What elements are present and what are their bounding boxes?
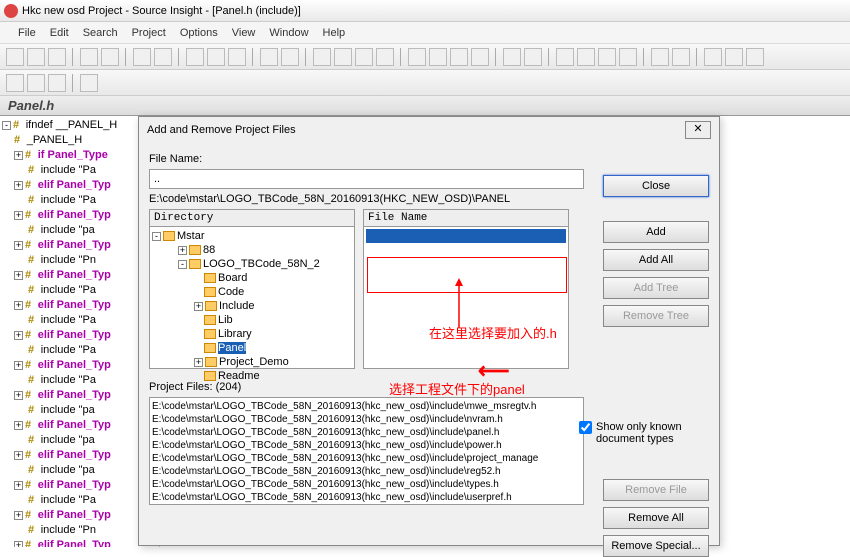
remove-file-button[interactable]: Remove File [603, 479, 709, 501]
symbol-sidebar[interactable]: -# ifndef __PANEL_H # _PANEL_H +# if Pan… [0, 116, 160, 547]
tb-sync-icon[interactable] [408, 48, 426, 66]
directory-header: Directory [150, 210, 354, 227]
tb-down-icon[interactable] [376, 48, 394, 66]
tb-find-icon[interactable] [186, 48, 204, 66]
tb-outdent-icon[interactable] [133, 48, 151, 66]
file-name-input[interactable] [149, 169, 584, 189]
menu-view[interactable]: View [232, 27, 256, 39]
tb-save-icon[interactable] [27, 74, 45, 92]
titlebar: Hkc new osd Project - Source Insight - [… [0, 0, 850, 22]
tb-relations-icon[interactable] [281, 48, 299, 66]
tb-win3-icon[interactable] [598, 48, 616, 66]
tb-print-icon[interactable] [80, 74, 98, 92]
menu-options[interactable]: Options [180, 27, 218, 39]
tb-search-icon[interactable] [429, 48, 447, 66]
tb-copy-icon[interactable] [27, 48, 45, 66]
remove-special-button[interactable]: Remove Special... [603, 535, 709, 557]
tb-cut-icon[interactable] [6, 48, 24, 66]
menu-help[interactable]: Help [323, 27, 346, 39]
tb-options-icon[interactable] [746, 48, 764, 66]
tb-indent-icon[interactable] [154, 48, 172, 66]
remove-tree-button[interactable]: Remove Tree [603, 305, 709, 327]
tb-up-icon[interactable] [355, 48, 373, 66]
tb-goto-icon[interactable] [524, 48, 542, 66]
add-button[interactable]: Add [603, 221, 709, 243]
toolbar-2 [0, 70, 850, 96]
tb-fwd-icon[interactable] [334, 48, 352, 66]
tb-open-icon[interactable] [6, 74, 24, 92]
tb-help-icon[interactable] [651, 48, 669, 66]
close-button[interactable]: Close [603, 175, 709, 197]
menu-window[interactable]: Window [269, 27, 308, 39]
window-title: Hkc new osd Project - Source Insight - [… [22, 5, 301, 17]
dialog-close-icon[interactable]: ✕ [685, 121, 711, 139]
add-remove-files-dialog: Add and Remove Project Files ✕ File Name… [138, 116, 720, 546]
file-name-label: File Name: [149, 153, 709, 165]
file-list-header: File Name [364, 210, 568, 227]
tb-diff-icon[interactable] [725, 48, 743, 66]
project-files-label: Project Files: (204) [149, 381, 709, 393]
project-files-list[interactable]: E:\code\mstar\LOGO_TBCode_58N_20160913(h… [149, 397, 584, 505]
tb-cursor-icon[interactable] [672, 48, 690, 66]
tb-win2-icon[interactable] [577, 48, 595, 66]
menu-file[interactable]: File [18, 27, 36, 39]
menubar: File Edit Search Project Options View Wi… [0, 22, 850, 44]
menu-search[interactable]: Search [83, 27, 118, 39]
show-known-types-checkbox[interactable] [579, 421, 592, 434]
tb-rename-icon[interactable] [704, 48, 722, 66]
app-icon [4, 4, 18, 18]
add-all-button[interactable]: Add All [603, 249, 709, 271]
show-known-types-label: Show only known document types [596, 421, 709, 445]
tb-paste-icon[interactable] [48, 48, 66, 66]
tb-bookmark-icon[interactable] [503, 48, 521, 66]
tree-item-panel[interactable]: Panel [152, 341, 352, 355]
tb-findxy-icon[interactable] [228, 48, 246, 66]
add-tree-button[interactable]: Add Tree [603, 277, 709, 299]
tb-saveall-icon[interactable] [48, 74, 66, 92]
tb-back-icon[interactable] [313, 48, 331, 66]
remove-all-button[interactable]: Remove All [603, 507, 709, 529]
tb-redo-icon[interactable] [101, 48, 119, 66]
tb-win1-icon[interactable] [556, 48, 574, 66]
tb-undo-icon[interactable] [80, 48, 98, 66]
file-list-pane[interactable]: File Name [363, 209, 569, 369]
toolbar-1 [0, 44, 850, 70]
tb-openproj-icon[interactable] [260, 48, 278, 66]
tb-replace-icon[interactable] [207, 48, 225, 66]
menu-project[interactable]: Project [132, 27, 166, 39]
tb-win4-icon[interactable] [619, 48, 637, 66]
menu-edit[interactable]: Edit [50, 27, 69, 39]
dialog-title: Add and Remove Project Files [147, 124, 296, 136]
directory-pane[interactable]: Directory -Mstar +88 -LOGO_TBCode_58N_2 … [149, 209, 355, 369]
tb-infiles-icon[interactable] [471, 48, 489, 66]
file-tab[interactable]: Panel.h [0, 96, 850, 116]
tb-ref-icon[interactable] [450, 48, 468, 66]
